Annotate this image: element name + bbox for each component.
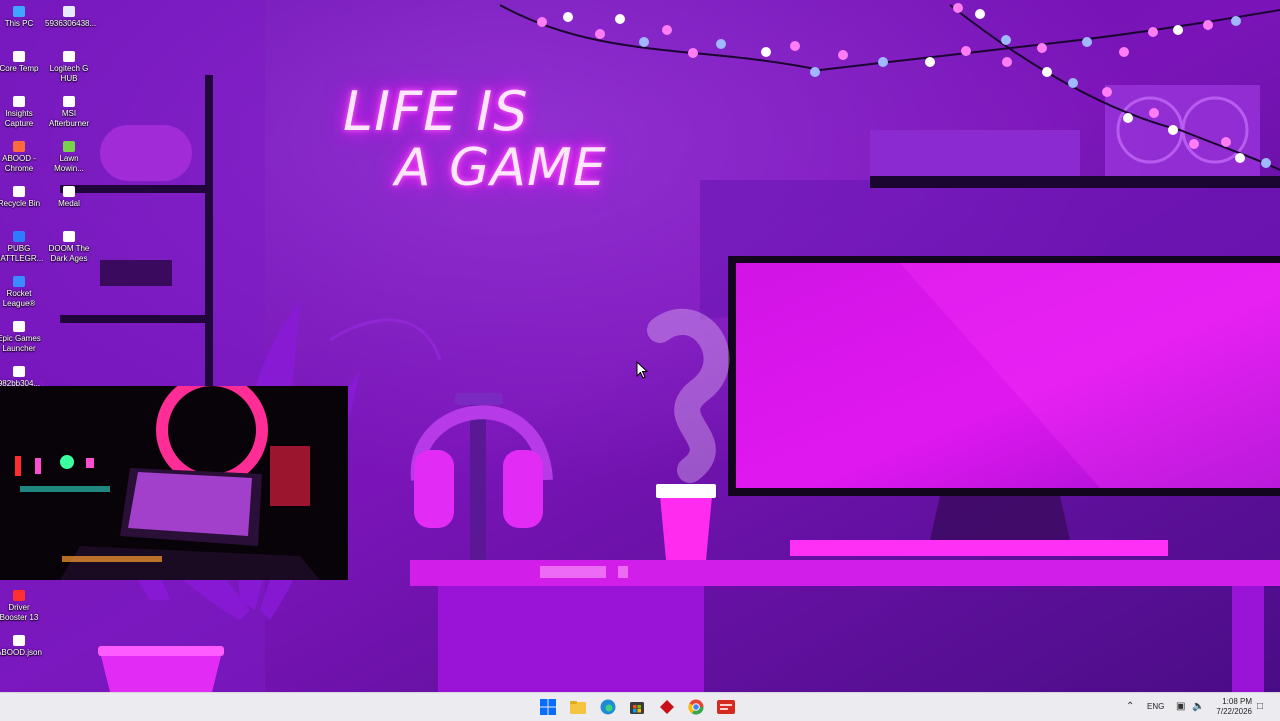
- start-button[interactable]: [540, 699, 556, 715]
- logitech-g-hub-icon: [63, 51, 75, 62]
- desktop-icon-label: DOOM The Dark Ages: [48, 244, 90, 263]
- recycle-bin-icon: [13, 186, 25, 197]
- desktop-icon-label: ABOOD.json: [0, 648, 42, 657]
- taskbar: ⌃ ENG ▣ 🔈 1:08 PM 7/22/2026 □: [0, 692, 1280, 721]
- rocket-league-icon: [13, 276, 25, 287]
- desktop-wallpaper: [0, 0, 1280, 692]
- desktop-icon-label: Epic Games Launcher: [0, 334, 41, 353]
- chrome-icon: [13, 141, 25, 152]
- neon-sign-line-1: LIFE IS: [343, 80, 529, 143]
- store-icon: [630, 702, 644, 714]
- clock[interactable]: 1:08 PM 7/22/2026: [1212, 697, 1252, 717]
- neon-sign: LIFE IS A GAME: [335, 80, 635, 210]
- desktop-icon-label: Medal: [58, 199, 80, 208]
- taskbar-chrome[interactable]: [688, 699, 704, 715]
- windows-start-icon: [540, 699, 556, 715]
- desktop-icon-label: 5936306438...: [45, 19, 97, 28]
- desktop-icon-label: Lawn Mowin...: [54, 154, 84, 173]
- taskbar-edge[interactable]: [600, 699, 616, 715]
- webcam-feed-image: [0, 386, 348, 580]
- desktop-icon-pubg[interactable]: PUBG BATTLEGR...: [0, 231, 43, 264]
- desktop-icon-label: Core Temp: [0, 64, 39, 73]
- mouse-cursor-icon: [636, 361, 648, 379]
- desktop-icon-label: Recycle Bin: [0, 199, 41, 208]
- desktop-icon-medal[interactable]: Medal: [45, 186, 93, 209]
- webcam-overlay: [0, 386, 348, 580]
- medal-icon: [63, 186, 75, 197]
- show-hidden-icons-chevron-up-icon[interactable]: ⌃: [1126, 702, 1134, 712]
- desktop-icon-label: Logitech G HUB: [49, 64, 89, 83]
- desktop-icon-msi-afterburner[interactable]: MSI Afterburner: [45, 96, 93, 129]
- desktop-icon-core-temp[interactable]: Core Temp: [0, 51, 43, 74]
- desktop-icon-label: MSI Afterburner: [48, 109, 90, 128]
- core-temp-icon: [13, 51, 25, 62]
- this-pc-icon: [13, 6, 25, 17]
- desktop-icon-file-5936306438[interactable]: 5936306438...: [45, 6, 97, 29]
- json-file-icon: [13, 635, 25, 646]
- taskbar-app-red[interactable]: [659, 699, 675, 715]
- desktop-icon-label: PUBG BATTLEGR...: [0, 244, 44, 263]
- file-icon: [13, 366, 25, 377]
- desktop-icon-label: Insights Capture: [4, 109, 34, 128]
- desktop-icon-label: ABOOD - Chrome: [2, 154, 36, 173]
- desktop-icon-abood-chrome[interactable]: ABOOD - Chrome: [0, 141, 43, 174]
- desktop-icon-logitech-g-hub[interactable]: Logitech G HUB: [45, 51, 93, 84]
- language-indicator[interactable]: ENG: [1147, 702, 1164, 711]
- desktop-icon-label: Driver Booster 13: [0, 603, 39, 622]
- network-icon[interactable]: ▣: [1176, 702, 1185, 712]
- desktop-icon-abood-json[interactable]: ABOOD.json: [0, 635, 43, 658]
- desktop-icon-insights-capture[interactable]: Insights Capture: [0, 96, 43, 129]
- folder-icon: [570, 701, 586, 714]
- desktop-icon-rocket-league[interactable]: Rocket League®: [0, 276, 43, 309]
- desktop-icon-doom-the-dark-ages[interactable]: DOOM The Dark Ages: [45, 231, 93, 264]
- desktop-icon-epic-games-launcher[interactable]: Epic Games Launcher: [0, 321, 43, 354]
- desktop-icon-recycle-bin[interactable]: Recycle Bin: [0, 186, 43, 209]
- recorder-icon: [717, 700, 735, 714]
- chrome-icon: [688, 699, 704, 715]
- app-icon: [660, 700, 674, 714]
- desktop-icon-this-pc[interactable]: This PC: [0, 6, 43, 29]
- taskbar-recorder[interactable]: [717, 699, 735, 715]
- desktop-icon-label: Rocket League®: [2, 289, 36, 308]
- desktop-icon-label: This PC: [4, 19, 34, 28]
- notification-icon[interactable]: □: [1257, 702, 1263, 712]
- desktop-icon-lawn-mowing[interactable]: Lawn Mowin...: [45, 141, 93, 174]
- taskbar-store[interactable]: [629, 699, 645, 715]
- insights-capture-icon: [13, 96, 25, 107]
- doom-icon: [63, 231, 75, 242]
- file-icon: [63, 6, 75, 17]
- lawn-mowing-icon: [63, 141, 75, 152]
- msi-afterburner-icon: [63, 96, 75, 107]
- volume-icon[interactable]: 🔈: [1192, 702, 1204, 712]
- clock-time: 1:08 PM: [1222, 697, 1252, 706]
- desktop-icon-driver-booster[interactable]: Driver Booster 13: [0, 590, 43, 623]
- driver-booster-icon: [13, 590, 25, 601]
- epic-games-icon: [13, 321, 25, 332]
- pubg-icon: [13, 231, 25, 242]
- taskbar-file-explorer[interactable]: [570, 699, 586, 715]
- edge-icon: [600, 699, 616, 715]
- clock-date: 7/22/2026: [1216, 707, 1252, 716]
- neon-sign-line-2: A GAME: [395, 138, 607, 198]
